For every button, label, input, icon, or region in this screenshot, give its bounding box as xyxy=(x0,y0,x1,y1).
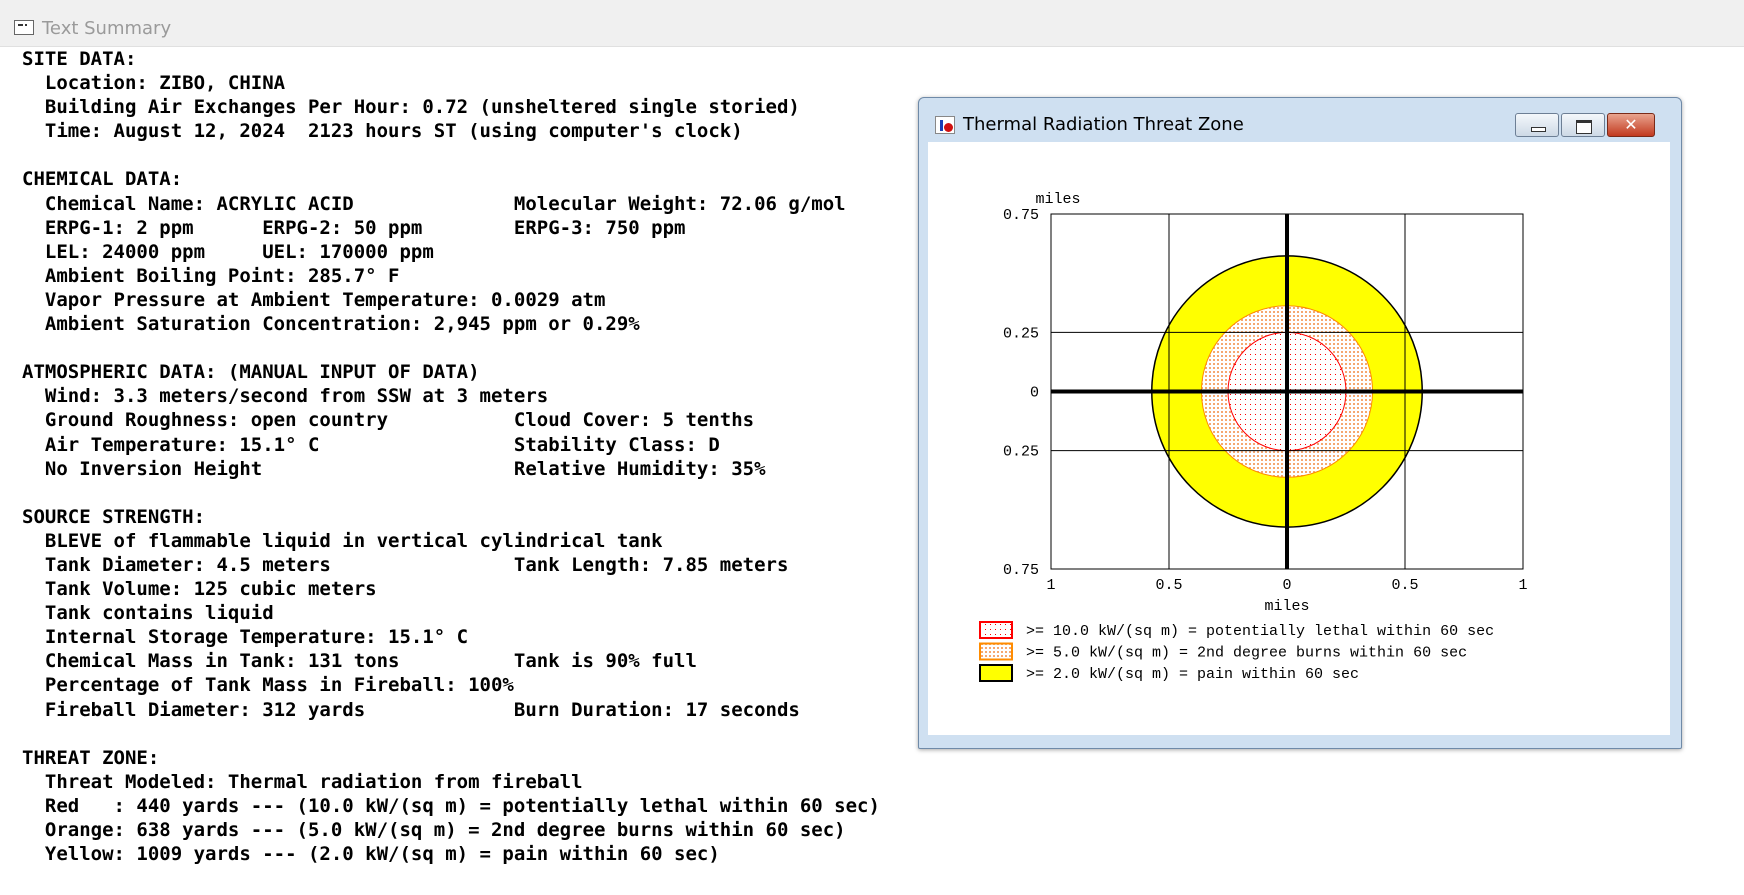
threat-zone-plot-area: 0.75 0.25 0 0.25 0.75 1 0.5 0 0.5 1 miles miles >= … xyxy=(928,142,1670,735)
summary-line: Fireball Diameter: 312 yards Burn Durati… xyxy=(22,698,800,721)
legend-label-orange: >= 5.0 kW/(sq m) = 2nd degree burns with… xyxy=(1026,645,1467,662)
summary-line: Tank Diameter: 4.5 meters Tank Length: 7… xyxy=(22,553,789,576)
summary-line: SITE DATA: xyxy=(22,48,137,70)
legend-swatch-orange xyxy=(979,642,1013,661)
summary-line: Internal Storage Temperature: 15.1° C xyxy=(22,626,469,649)
summary-line: Chemical Mass in Tank: 131 tons Tank is … xyxy=(22,650,697,673)
summary-line: No Inversion Height Relative Humidity: 3… xyxy=(22,457,766,480)
summary-line: Tank contains liquid xyxy=(22,602,274,625)
summary-line: Threat Modeled: Thermal radiation from f… xyxy=(22,770,583,793)
x-tick-label: 0.5 xyxy=(1391,577,1418,594)
thermal-radiation-window[interactable]: Thermal Radiation Threat Zone ✕ 0.75 0.25… xyxy=(918,97,1682,749)
legend-label-red: >= 10.0 kW/(sq m) = potentially lethal w… xyxy=(1026,623,1494,640)
summary-line: Yellow: 1009 yards --- (2.0 kW/(sq m) = … xyxy=(22,843,720,866)
summary-line: Vapor Pressure at Ambient Temperature: 0… xyxy=(22,288,606,311)
summary-line: Location: ZIBO, CHINA xyxy=(22,72,286,95)
y-tick-label: 0.75 xyxy=(1003,562,1039,579)
minimize-button[interactable] xyxy=(1515,113,1559,137)
text-summary: SITE DATA: Location: ZIBO, CHINA Buildin… xyxy=(22,47,880,866)
app-window-icon xyxy=(14,20,34,35)
summary-line: Building Air Exchanges Per Hour: 0.72 (u… xyxy=(22,96,800,119)
maximize-button[interactable] xyxy=(1561,113,1605,137)
threat-window-title: Thermal Radiation Threat Zone xyxy=(963,114,1244,135)
summary-line xyxy=(22,722,880,746)
summary-line: ATMOSPHERIC DATA: (MANUAL INPUT OF DATA) xyxy=(22,361,480,384)
close-icon: ✕ xyxy=(1624,115,1638,134)
summary-line: Ground Roughness: open country Cloud Cov… xyxy=(22,409,755,432)
y-tick-label: 0.25 xyxy=(1003,325,1039,342)
summary-line: Wind: 3.3 meters/second from SSW at 3 me… xyxy=(22,385,549,408)
y-tick-label: 0.75 xyxy=(1003,207,1039,224)
x-tick-label: 0 xyxy=(1282,577,1291,594)
legend-swatch-red xyxy=(979,621,1013,639)
close-button[interactable]: ✕ xyxy=(1607,113,1655,137)
summary-line: SOURCE STRENGTH: xyxy=(22,505,206,528)
y-tick-label: 0 xyxy=(1030,385,1039,402)
summary-line: CHEMICAL DATA: xyxy=(22,168,183,191)
summary-line: Chemical Name: ACRYLIC ACID Molecular We… xyxy=(22,192,846,215)
summary-line: Ambient Saturation Concentration: 2,945 … xyxy=(22,313,640,336)
summary-line: Time: August 12, 2024 2123 hours ST (usi… xyxy=(22,120,743,143)
summary-line: Red : 440 yards --- (10.0 kW/(sq m) = po… xyxy=(22,794,880,817)
threat-window-icon xyxy=(935,116,955,134)
summary-line: Ambient Boiling Point: 285.7° F xyxy=(22,264,400,287)
main-titlebar: Text Summary xyxy=(0,0,1744,47)
main-window-title: Text Summary xyxy=(42,18,172,39)
x-tick-label: 1 xyxy=(1046,577,1055,594)
threat-window-titlebar[interactable]: Thermal Radiation Threat Zone ✕ xyxy=(919,98,1681,142)
y-tick-label: 0.25 xyxy=(1003,444,1039,461)
summary-line xyxy=(22,143,880,167)
threat-zone-chart: 0.75 0.25 0 0.25 0.75 1 0.5 0 0.5 1 miles miles >= … xyxy=(979,191,1528,683)
legend-swatch-yellow xyxy=(979,664,1013,682)
summary-line: Percentage of Tank Mass in Fireball: 100… xyxy=(22,674,514,697)
summary-line: Air Temperature: 15.1° C Stability Class… xyxy=(22,433,720,456)
summary-line: Tank Volume: 125 cubic meters xyxy=(22,578,377,601)
summary-line: ERPG-1: 2 ppm ERPG-2: 50 ppm ERPG-3: 750… xyxy=(22,216,686,239)
summary-line: Orange: 638 yards --- (5.0 kW/(sq m) = 2… xyxy=(22,819,846,841)
summary-line: BLEVE of flammable liquid in vertical cy… xyxy=(22,529,663,552)
x-tick-label: 0.5 xyxy=(1155,577,1182,594)
y-axis-unit-label: miles xyxy=(1035,191,1080,208)
legend-label-yellow: >= 2.0 kW/(sq m) = pain within 60 sec xyxy=(1026,666,1359,683)
summary-line: THREAT ZONE: xyxy=(22,746,160,769)
summary-line: LEL: 24000 ppm UEL: 170000 ppm xyxy=(22,240,434,263)
summary-line xyxy=(22,336,880,360)
x-axis-unit-label: miles xyxy=(1264,598,1309,615)
x-tick-label: 1 xyxy=(1518,577,1527,594)
summary-line xyxy=(22,481,880,505)
